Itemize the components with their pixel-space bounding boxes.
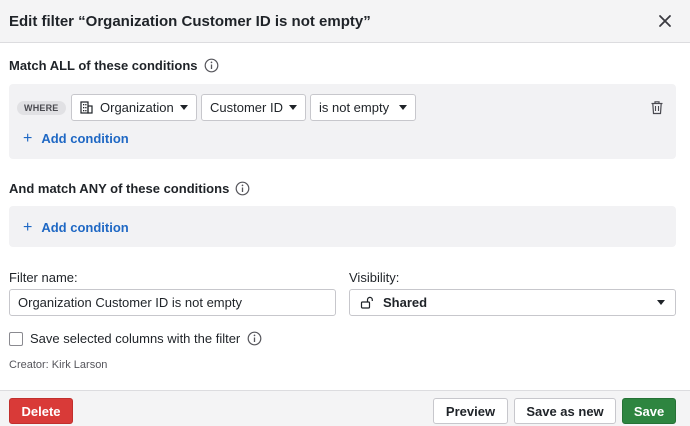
add-condition-any-button[interactable]: + Add condition <box>23 219 129 236</box>
match-any-label: And match ANY of these conditions <box>9 181 250 196</box>
info-icon[interactable] <box>247 331 262 346</box>
filter-name-label: Filter name: <box>9 270 78 285</box>
visibility-select[interactable]: Shared <box>349 289 676 316</box>
save-columns-row: Save selected columns with the filter <box>9 331 262 346</box>
match-any-text: And match ANY of these conditions <box>9 181 230 196</box>
add-condition-all-button[interactable]: + Add condition <box>23 130 129 147</box>
add-condition-all-label: Add condition <box>41 131 129 146</box>
close-icon[interactable] <box>656 12 674 30</box>
chevron-down-icon <box>289 105 297 110</box>
dialog-header: Edit filter “Organization Customer ID is… <box>0 0 690 43</box>
condition-operator-select[interactable]: is not empty <box>310 94 416 121</box>
condition-object-select[interactable]: Organization <box>71 94 197 121</box>
dialog-footer: Delete Preview Save as new Save <box>0 390 690 426</box>
save-columns-checkbox[interactable] <box>9 331 23 346</box>
match-all-panel: WHERE Organization Customer ID is not em… <box>9 84 676 159</box>
save-button[interactable]: Save <box>622 398 676 424</box>
building-icon <box>80 101 93 114</box>
info-icon[interactable] <box>204 58 219 73</box>
visibility-label: Visibility: <box>349 270 400 285</box>
condition-operator-value: is not empty <box>319 100 390 115</box>
chevron-down-icon <box>180 105 188 110</box>
plus-icon: + <box>23 219 33 236</box>
chevron-down-icon <box>657 300 665 305</box>
chevron-down-icon <box>399 105 407 110</box>
match-any-panel: + Add condition <box>9 206 676 247</box>
save-columns-label: Save selected columns with the filter <box>30 331 241 346</box>
condition-field-value: Customer ID <box>210 100 283 115</box>
delete-button[interactable]: Delete <box>9 398 73 424</box>
dialog-title: Edit filter “Organization Customer ID is… <box>9 13 371 30</box>
save-as-new-button[interactable]: Save as new <box>514 398 616 424</box>
match-all-label: Match ALL of these conditions <box>9 58 219 73</box>
preview-button[interactable]: Preview <box>433 398 508 424</box>
unlock-icon <box>360 296 373 309</box>
plus-icon: + <box>23 130 33 147</box>
filter-name-input[interactable] <box>9 289 336 316</box>
trash-icon[interactable] <box>650 100 664 115</box>
condition-object-value: Organization <box>100 100 174 115</box>
creator-text: Creator: Kirk Larson <box>9 359 108 371</box>
add-condition-any-label: Add condition <box>41 220 129 235</box>
visibility-value: Shared <box>383 295 428 310</box>
condition-field-select[interactable]: Customer ID <box>201 94 306 121</box>
match-all-text: Match ALL of these conditions <box>9 58 198 73</box>
info-icon[interactable] <box>235 181 250 196</box>
where-badge: WHERE <box>17 101 66 115</box>
